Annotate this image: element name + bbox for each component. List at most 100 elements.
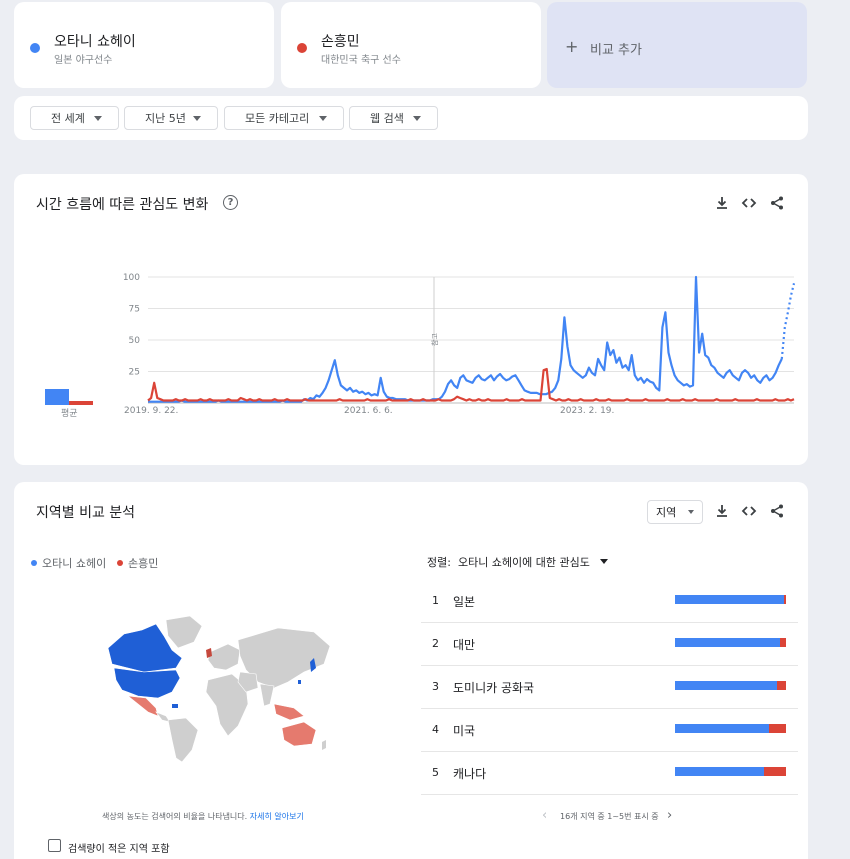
average-bar-ohtani [45,388,69,405]
filter-location[interactable]: 전 세계 [30,106,119,130]
share-bar-ohtani [675,681,778,690]
series-line-partial [780,283,796,360]
plus-icon: + [565,37,579,56]
rank-number: 1 [432,594,439,607]
map-region-dominican [172,704,178,708]
y-tick-label: 75 [129,305,140,315]
filter-label: 웹 검색 [370,112,404,125]
chevron-left-icon[interactable]: ‹ [542,808,547,823]
average-bar-son [69,401,93,405]
caret-down-icon [94,116,102,121]
sort-prefix: 정렬: [427,556,451,569]
learn-more-link[interactable]: 자세히 알아보기 [250,812,304,821]
low-volume-checkbox[interactable] [48,839,61,852]
map-region-greenland [165,615,203,649]
term-name: 오타니 쇼헤이 [54,34,136,50]
x-tick-label: 2021. 6. 6. [344,406,393,416]
legend-label: 손흥민 [128,557,159,570]
term-card-son[interactable]: 손흥민 대한민국 축구 선수 [281,2,541,88]
add-compare-button[interactable]: + 비교 추가 [547,2,807,88]
share-bar [675,595,786,604]
term-name: 손흥민 [321,34,360,50]
map-region-europe [207,643,241,671]
share-bar-son [783,595,786,604]
share-bar-ohtani [675,767,764,776]
rank-number: 4 [432,723,439,736]
download-icon[interactable] [714,195,730,211]
sort-label[interactable]: 정렬: 오타니 쇼헤이에 대한 관심도 [427,554,590,570]
rank-number: 2 [432,637,439,650]
map-region-southeast-asia [273,703,305,721]
map-legend-son: 손흥민 [117,555,158,571]
region-name: 일본 [453,595,476,609]
caret-down-icon[interactable] [600,559,608,564]
map-note-text: 색상의 농도는 검색어의 비율을 나타냅니다. [102,812,248,821]
map-region-india [259,683,275,707]
region-name: 미국 [453,724,476,738]
filter-category[interactable]: 모든 카테고리 [224,106,344,130]
rank-number: 5 [432,766,439,779]
caret-down-icon [413,116,421,121]
x-tick-label: 2023. 2. 19. [560,406,615,416]
caret-down-icon [688,510,694,514]
region-row[interactable]: 5 캐나다 [421,752,798,795]
map-region-nz [322,740,326,750]
region-name: 캐나다 [453,767,487,781]
share-bar-ohtani [675,724,770,733]
chevron-right-icon[interactable]: › [667,808,672,823]
share-bar [675,681,786,690]
map-note: 색상의 농도는 검색어의 비율을 나타냅니다. 자세히 알아보기 [102,811,304,822]
filter-time[interactable]: 지난 5년 [124,106,218,130]
y-tick-label: 50 [129,336,141,346]
region-level-select[interactable]: 지역 [647,500,703,524]
share-bar-ohtani [675,595,784,604]
term-card-ohtani[interactable]: 오타니 쇼헤이 일본 야구선수 [14,2,274,88]
region-row[interactable]: 1 일본 [421,580,798,623]
share-bar-son [777,681,786,690]
rank-number: 3 [432,680,439,693]
y-tick-label: 25 [129,368,140,378]
add-compare-label: 비교 추가 [590,43,642,58]
region-name: 대만 [453,638,476,652]
caret-down-icon [319,116,327,121]
share-bar [675,724,786,733]
caret-down-icon [193,116,201,121]
region-row[interactable]: 3 도미니카 공화국 [421,666,798,709]
map-region-mexico [127,695,159,717]
map-legend-ohtani: 오타니 쇼헤이 [31,555,106,571]
section-title: 지역별 비교 분석 [36,505,136,521]
download-icon[interactable] [714,503,730,519]
legend-dot [117,560,123,566]
region-row[interactable]: 4 미국 [421,709,798,752]
share-bar-son [780,638,786,647]
pagination-label: 16개 지역 중 1~5번 표시 중 [560,812,659,821]
share-bar-son [769,724,786,733]
share-bar-son [763,767,786,776]
map-region-australia [281,721,317,747]
help-icon[interactable]: ? [223,195,238,210]
share-icon[interactable] [769,195,785,211]
interest-over-time-card: 시간 흐름에 따른 관심도 변화 ? 평균 25 50 75 100 참고 2019. … [14,174,808,465]
term-color-dot [297,43,307,53]
share-bar-ohtani [675,638,781,647]
term-color-dot [30,43,40,53]
region-row[interactable]: 2 대만 [421,623,798,666]
share-bar [675,767,786,776]
sort-value: 오타니 쇼헤이에 대한 관심도 [457,556,590,569]
region-name: 도미니카 공화국 [453,681,535,695]
note-marker-label: 참고 [431,333,439,346]
series-line [148,275,783,403]
embed-icon[interactable] [741,503,757,519]
embed-icon[interactable] [741,195,757,211]
filter-search-type[interactable]: 웹 검색 [349,106,438,130]
share-bar [675,638,786,647]
share-icon[interactable] [769,503,785,519]
legend-label: 오타니 쇼헤이 [42,557,107,570]
world-map[interactable] [98,612,338,762]
filter-label: 지난 5년 [145,112,186,125]
low-volume-label: 검색량이 적은 지역 포함 [68,844,170,855]
filter-label: 모든 카테고리 [245,112,310,125]
y-tick-label: 100 [123,273,140,283]
x-tick-label: 2019. 9. 22. [124,406,179,416]
region-select-label: 지역 [656,506,677,519]
